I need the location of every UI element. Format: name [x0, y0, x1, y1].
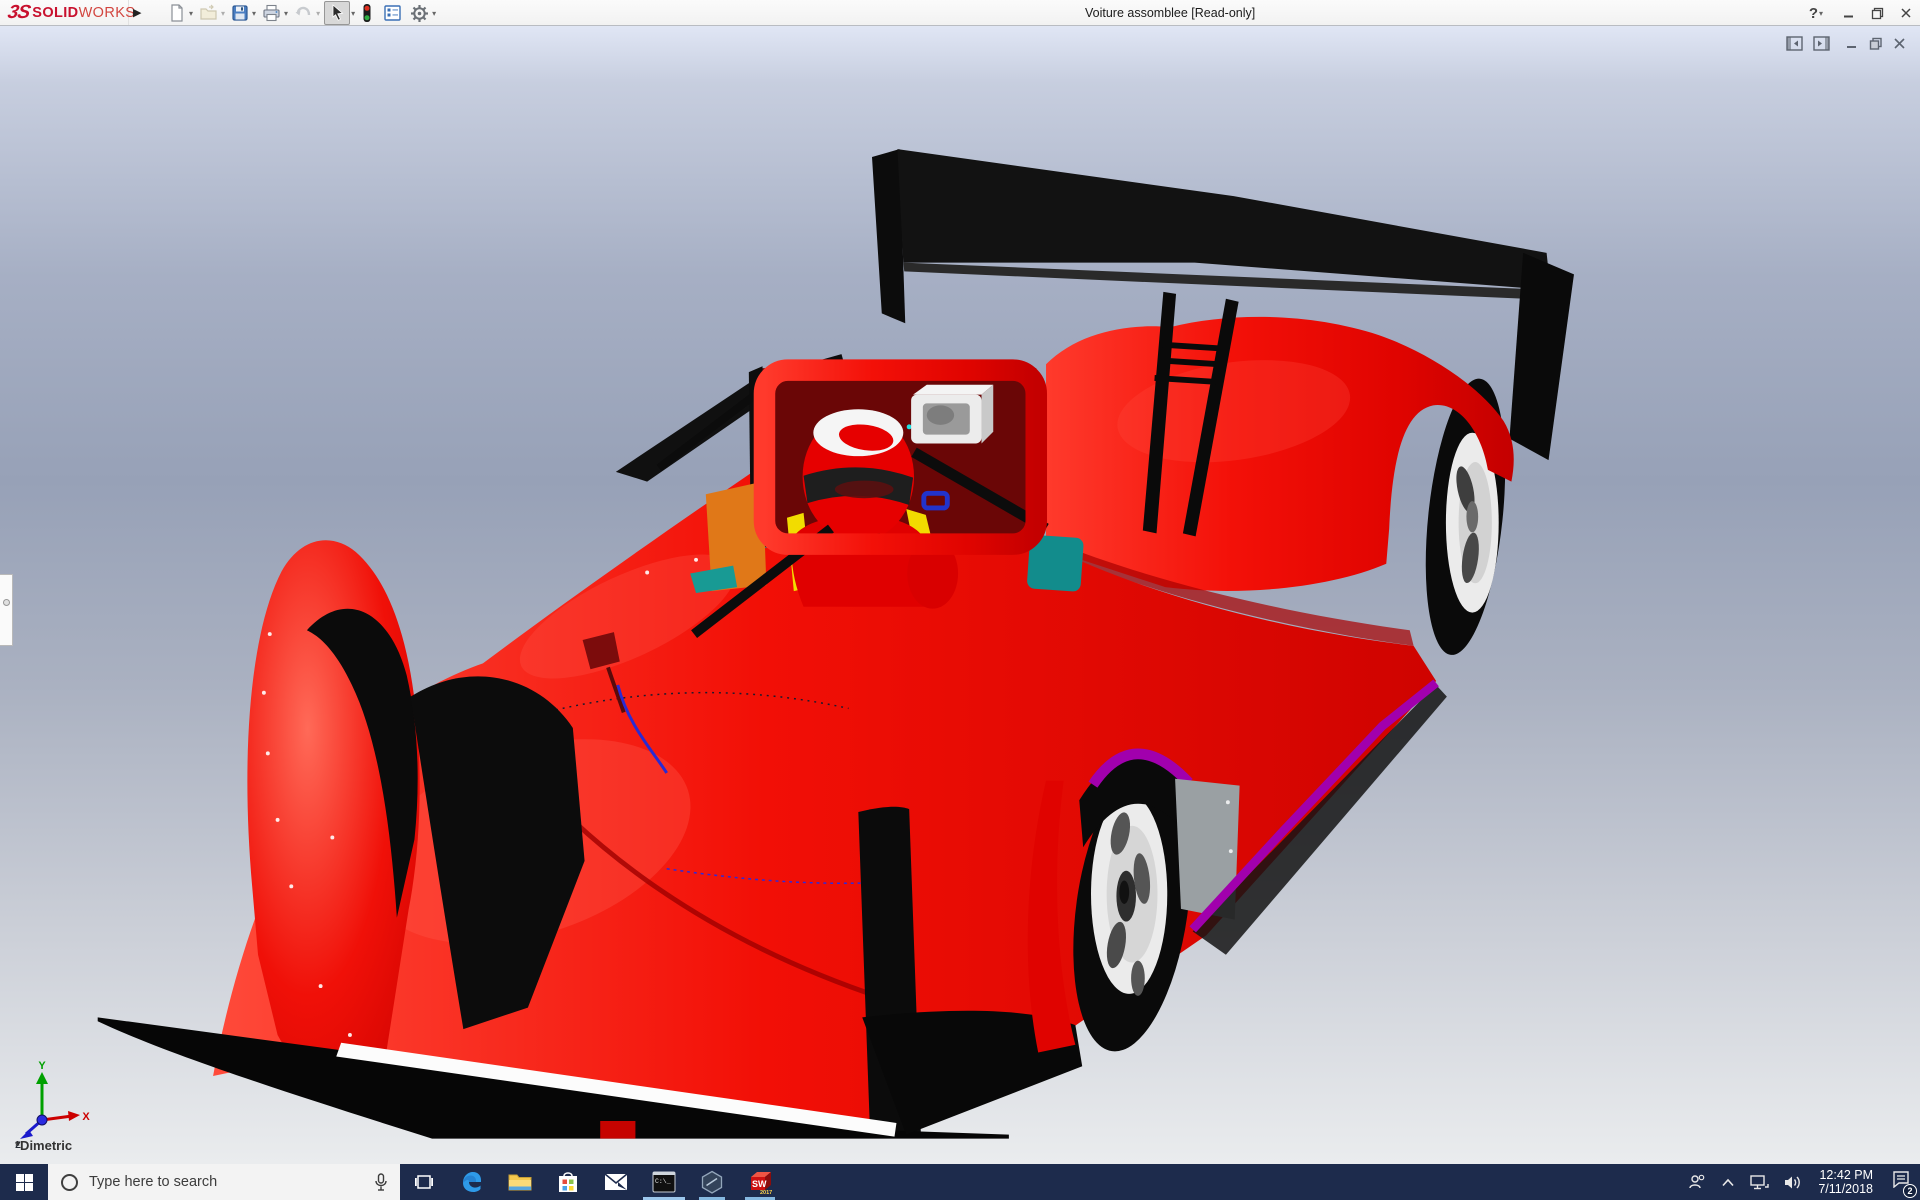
- task-view-button[interactable]: [400, 1164, 448, 1200]
- cortana-icon: [61, 1173, 78, 1191]
- options-caret-icon[interactable]: ▾: [432, 9, 436, 18]
- feature-panel-tab[interactable]: [0, 574, 13, 646]
- doc-minimize-icon[interactable]: [1846, 37, 1859, 50]
- task-view-icon: [415, 1175, 433, 1189]
- title-bar: 3S SOLID WORKS ▶ ▾ ▾ ▾ ▾ ▾ ▾ ▾ Voiture a…: [0, 0, 1920, 26]
- traffic-light-icon: [363, 4, 371, 22]
- clock[interactable]: 12:42 PM 7/11/2018: [1818, 1168, 1873, 1196]
- select-button[interactable]: [324, 1, 351, 25]
- doc-close-icon[interactable]: [1893, 37, 1906, 50]
- command-prompt-button[interactable]: C:\_: [640, 1164, 688, 1200]
- document-window-controls: [1786, 36, 1906, 51]
- show-hidden-icons-chevron[interactable]: [1721, 1178, 1735, 1187]
- mail-button[interactable]: [592, 1164, 640, 1200]
- print-icon: [263, 4, 280, 22]
- microphone-icon[interactable]: [374, 1172, 388, 1192]
- minimize-icon: [1844, 15, 1853, 18]
- display-settings-button[interactable]: [381, 1, 404, 25]
- store-button[interactable]: [544, 1164, 592, 1200]
- display-settings-icon: [384, 5, 401, 21]
- view-orientation-label: *Dimetric: [15, 1138, 73, 1153]
- options-button[interactable]: [408, 1, 431, 25]
- split-pane-left-icon[interactable]: [1786, 36, 1803, 51]
- window-title: Voiture assomblee [Read-only]: [1085, 6, 1256, 20]
- print-caret-icon[interactable]: ▾: [284, 9, 288, 18]
- solidworks-2017-icon: SW 2017: [751, 1172, 772, 1195]
- panel-tab-dot: [3, 599, 10, 606]
- new-document-button[interactable]: [166, 1, 188, 25]
- hexagon-app-icon: [701, 1170, 723, 1194]
- close-icon: [1901, 8, 1911, 18]
- mail-icon: [604, 1173, 628, 1190]
- store-icon: [559, 1172, 577, 1192]
- svg-text:2017: 2017: [760, 1190, 772, 1195]
- save-icon: [232, 5, 248, 21]
- gear-icon: [411, 4, 429, 22]
- open-caret-icon[interactable]: ▾: [221, 9, 225, 18]
- graphics-area[interactable]: Y X Z *Dimetric: [0, 26, 1920, 1164]
- doc-restore-icon[interactable]: [1869, 37, 1883, 51]
- save-button[interactable]: [229, 1, 251, 25]
- car-model[interactable]: [0, 26, 1920, 1164]
- brand-solid: SOLID: [32, 4, 79, 21]
- tray-date: 7/11/2018: [1818, 1182, 1873, 1196]
- x-axis-label: X: [82, 1111, 90, 1123]
- file-explorer-icon: [508, 1174, 532, 1191]
- file-explorer-button[interactable]: [496, 1164, 544, 1200]
- svg-text:SW: SW: [752, 1179, 767, 1189]
- help-button[interactable]: ? ▾: [1809, 5, 1827, 22]
- new-caret-icon[interactable]: ▾: [189, 9, 193, 18]
- tray-time: 12:42 PM: [1819, 1168, 1873, 1182]
- split-pane-right-icon[interactable]: [1813, 36, 1830, 51]
- open-icon: [200, 4, 217, 20]
- edge-icon: [463, 1172, 481, 1192]
- people-icon[interactable]: [1688, 1174, 1706, 1190]
- svg-text:C:\_: C:\_: [655, 1178, 671, 1185]
- hexagon-app-button[interactable]: [688, 1164, 736, 1200]
- search-input[interactable]: [78, 1174, 374, 1190]
- minimize-button[interactable]: [1843, 7, 1855, 19]
- brand-works: WORKS: [78, 4, 136, 21]
- x-axis-arrow-icon: [68, 1111, 80, 1121]
- restore-icon: [1871, 7, 1884, 19]
- search-box[interactable]: [48, 1164, 400, 1200]
- new-document-icon: [171, 4, 183, 22]
- rear-view-mirror: [911, 384, 994, 444]
- command-prompt-icon: C:\_: [652, 1171, 676, 1193]
- volume-icon[interactable]: [1784, 1175, 1803, 1190]
- taskbar-apps: C:\_ SW 2017: [400, 1164, 784, 1200]
- undo-caret-icon[interactable]: ▾: [316, 9, 320, 18]
- select-cursor-icon: [332, 4, 344, 21]
- windows-logo-icon: [15, 1173, 33, 1191]
- y-axis-arrow-icon: [36, 1072, 48, 1084]
- restore-button[interactable]: [1871, 7, 1884, 20]
- help-caret-icon: ▾: [1818, 8, 1823, 18]
- print-button[interactable]: [260, 1, 283, 25]
- orientation-triad[interactable]: Y X Z: [10, 1060, 94, 1148]
- edge-button[interactable]: [448, 1164, 496, 1200]
- save-caret-icon[interactable]: ▾: [252, 9, 256, 18]
- screen: 3S SOLID WORKS ▶ ▾ ▾ ▾ ▾ ▾ ▾ ▾ Voiture a…: [0, 0, 1920, 1200]
- undo-button[interactable]: [292, 1, 315, 25]
- notification-badge: 2: [1903, 1184, 1917, 1198]
- system-tray: 12:42 PM 7/11/2018 2: [1688, 1164, 1920, 1200]
- undo-icon: [295, 6, 311, 16]
- main-toolbar: ▾ ▾ ▾ ▾ ▾ ▾ ▾: [166, 1, 440, 25]
- solidworks-logo-mark: 3S: [5, 1, 32, 23]
- select-caret-icon[interactable]: ▾: [351, 9, 355, 18]
- y-axis-label: Y: [38, 1060, 46, 1072]
- window-controls: ? ▾: [1809, 0, 1912, 26]
- start-button[interactable]: [0, 1164, 48, 1200]
- close-button[interactable]: [1900, 7, 1912, 19]
- taskbar: C:\_ SW 2017: [0, 1164, 1920, 1200]
- menu-flyout-arrow-icon[interactable]: ▶: [133, 6, 141, 19]
- solidworks-logo: 3S SOLID WORKS: [4, 0, 135, 25]
- action-center-button[interactable]: 2: [1892, 1171, 1917, 1198]
- open-button[interactable]: [197, 1, 220, 25]
- solidworks-2017-button[interactable]: SW 2017: [736, 1164, 784, 1200]
- network-icon[interactable]: [1750, 1174, 1770, 1190]
- view-traffic-light-button[interactable]: [359, 1, 375, 25]
